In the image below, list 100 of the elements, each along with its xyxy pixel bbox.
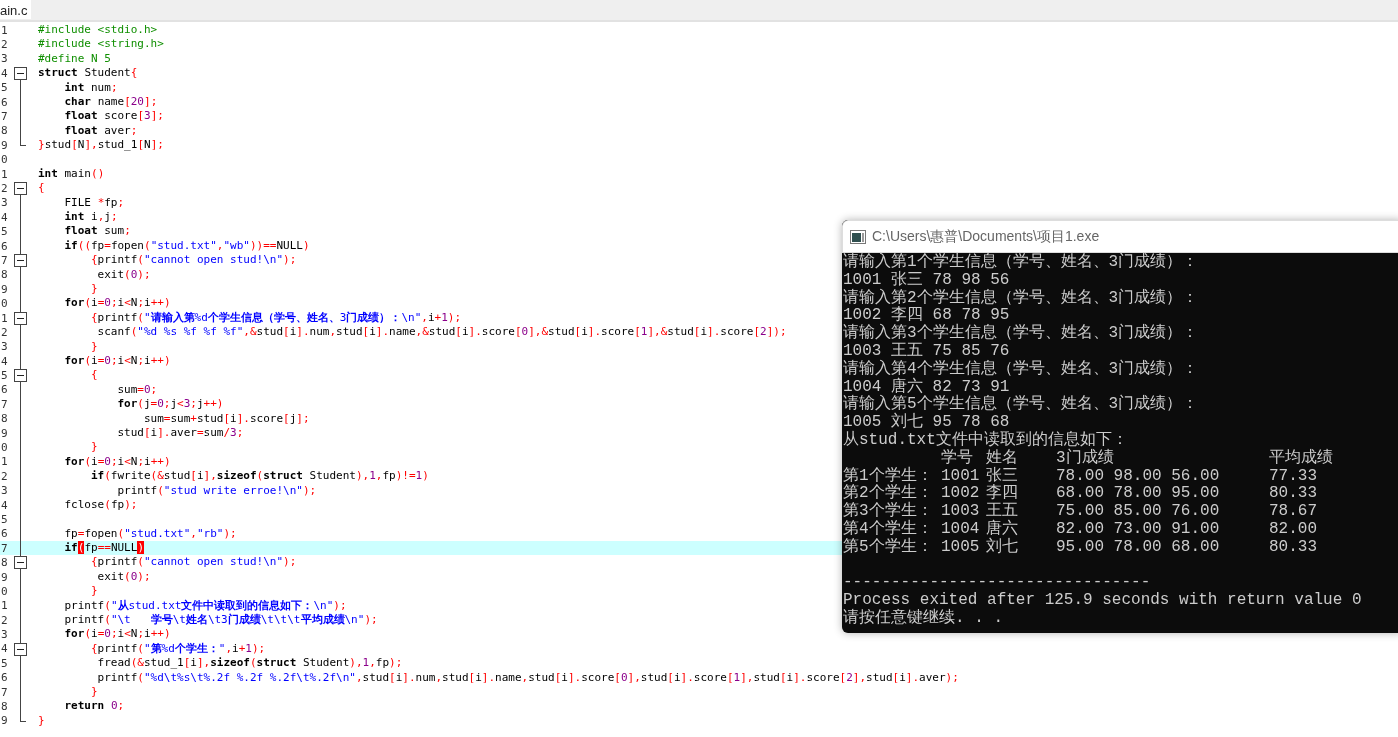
collapse-icon[interactable] — [14, 642, 27, 656]
line-number: 6 — [0, 527, 9, 541]
code-line: for(j=0;j<3;j++) — [116, 397, 224, 412]
line-number: 7 — [0, 397, 9, 411]
line-number: 8 — [0, 412, 9, 426]
table-cell-text: 第2个学生： — [843, 485, 934, 503]
table-cell-text: 80.33 — [1269, 538, 1318, 557]
window-title: C:\Users\惠普\Documents\项目1.exe — [872, 227, 1100, 246]
code-line: fp=fopen("stud.txt","rb"); — [63, 526, 237, 542]
code-line: return 0; — [63, 699, 125, 714]
line-number: 5 — [0, 81, 9, 95]
table-cell-text: 第4个学生： — [843, 520, 934, 538]
collapse-icon[interactable] — [14, 311, 27, 325]
code-line: } — [90, 684, 98, 700]
line-number: 1 — [0, 455, 9, 469]
code-line: if(fp==NULL) — [63, 541, 144, 556]
collapse-icon[interactable] — [14, 67, 27, 81]
table-cell-text: 1002 — [941, 485, 981, 504]
code-line: } — [90, 440, 98, 455]
code-line: #define N 5 — [38, 51, 111, 67]
line-number: 2 — [0, 613, 9, 627]
line-number: 7 — [0, 541, 9, 555]
code-line: FILE *fp; — [63, 195, 125, 211]
table-cell-text: 95.00 78.00 68.00 — [1056, 538, 1221, 557]
code-line: scanf("%d %s %f %f %f",&stud[i].num,stud[i].name,&stud[i].score[0],&stud[i].score[1],&stud[i].score[2]); — [96, 325, 787, 340]
line-number: 4 — [0, 354, 9, 368]
code-line: sum=sum+stud[i].score[j]; — [142, 411, 310, 426]
console-line: 1002 李四 68 78 95 — [843, 307, 1011, 325]
line-number: 0 — [0, 584, 9, 598]
table-cell-text: 82.00 — [1269, 520, 1318, 539]
console-line: 请输入第4个学生信息（学号、姓名、3门成绩）： — [843, 360, 1200, 378]
line-number: 9 — [0, 282, 9, 296]
line-number: 2 — [0, 38, 9, 52]
code-line: char name[20]; — [63, 94, 158, 110]
code-line: int i,j; — [63, 210, 118, 225]
collapse-icon[interactable] — [14, 556, 27, 570]
line-number: 7 — [0, 110, 9, 124]
line-number: 9 — [0, 138, 9, 152]
column-header: 3门成绩 — [1056, 449, 1115, 468]
table-cell-text: 第1个学生： — [843, 467, 934, 485]
column-header: 学号 — [941, 449, 974, 468]
line-number: 9 — [0, 426, 9, 440]
column-header: 平均成绩 — [1269, 449, 1334, 468]
table-cell-text: 第3个学生： — [843, 503, 934, 521]
code-line: } — [90, 339, 98, 354]
code-line: { — [90, 368, 98, 383]
line-number: 3 — [0, 484, 9, 498]
line-number: 1 — [0, 23, 9, 37]
code-line: for(i=0;i<N;i++) — [63, 296, 171, 311]
console-line: 从stud.txt文件中读取到的信息如下： — [843, 431, 1129, 449]
line-number: 6 — [0, 239, 9, 253]
line-number: 5 — [0, 656, 9, 670]
code-line: float aver; — [63, 123, 138, 139]
line-number: 4 — [0, 66, 9, 80]
code-line: if(fwrite(&stud[i],sizeof(struct Student),1,fp)!=1) — [90, 469, 429, 484]
code-line: } — [90, 584, 98, 599]
line-number: 0 — [0, 297, 9, 311]
code-line: printf("\t 学号\t姓名\t3门成绩\t\t\t平均成绩\n"); — [63, 613, 378, 628]
table-cell-text: 张三 — [986, 467, 1019, 485]
console-line: 请按任意键继续. . . — [843, 609, 1004, 628]
line-number: 6 — [0, 95, 9, 109]
file-tab[interactable]: ain.c — [0, 0, 32, 19]
code-line: exit(0); — [96, 267, 151, 283]
line-number: 1 — [0, 167, 9, 181]
code-line: int num; — [63, 80, 118, 95]
code-line: printf("stud write erroe!\n"); — [116, 483, 317, 498]
code-line: float sum; — [63, 224, 131, 239]
line-number: 3 — [0, 52, 9, 66]
console-line: 请输入第3个学生信息（学号、姓名、3门成绩）： — [843, 325, 1200, 343]
line-number: 7 — [0, 685, 9, 699]
line-number: 2 — [0, 325, 9, 339]
code-line: {printf("请输入第%d个学生信息（学号、姓名、3门成绩）：\n",i+1); — [90, 310, 462, 326]
table-cell-text: 1001 — [941, 467, 981, 486]
line-number: 8 — [0, 124, 9, 138]
line-number: 8 — [0, 556, 9, 570]
table-cell-text: 第5个学生： — [843, 538, 934, 557]
line-number: 3 — [0, 196, 9, 210]
console-line: 请输入第1个学生信息（学号、姓名、3门成绩）： — [843, 254, 1200, 271]
column-header: 姓名 — [986, 449, 1019, 467]
code-line: for(i=0;i<N;i++) — [63, 354, 171, 369]
line-number: 9 — [0, 714, 9, 728]
collapse-icon[interactable] — [14, 182, 27, 196]
line-number: 6 — [0, 383, 9, 397]
console-line: 1001 张三 78 98 56 — [843, 271, 1011, 289]
line-number: 5 — [0, 369, 9, 383]
table-cell-text: 78.67 — [1269, 503, 1318, 521]
line-number: 5 — [0, 512, 9, 526]
console-line: 1004 唐六 82 73 91 — [843, 378, 1011, 396]
collapse-icon[interactable] — [14, 369, 27, 383]
line-number: 4 — [0, 498, 9, 512]
line-number: 0 — [0, 153, 9, 167]
table-cell-text: 68.00 78.00 95.00 — [1056, 485, 1221, 504]
collapse-icon[interactable] — [14, 254, 27, 268]
line-number: 9 — [0, 570, 9, 584]
table-cell-text: 1003 — [941, 503, 981, 521]
console-line: 请输入第5个学生信息（学号、姓名、3门成绩）： — [843, 396, 1200, 414]
code-line: fread(&stud_1[i],sizeof(struct Student),1,fp); — [96, 656, 403, 671]
table-cell-text: 唐六 — [986, 520, 1019, 538]
code-line: struct Student{ — [38, 66, 138, 81]
code-line: #include <string.h> — [38, 37, 164, 52]
